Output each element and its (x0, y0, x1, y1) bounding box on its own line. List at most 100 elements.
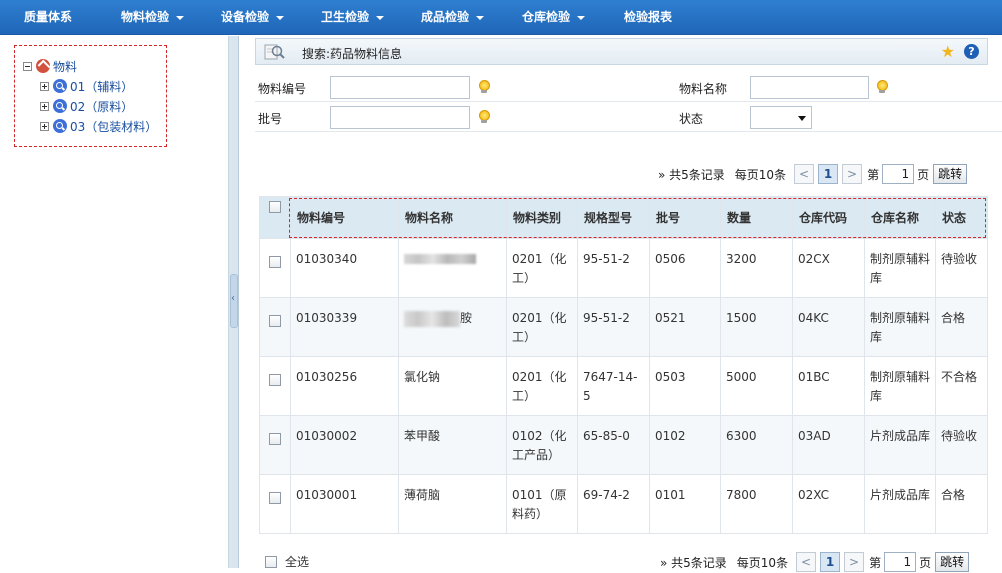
pager-next-button[interactable]: > (842, 164, 863, 184)
cell-category[interactable]: 0201（化工） (506, 238, 578, 298)
select-all-label[interactable]: 全选 (285, 553, 309, 570)
cell-status: 合格 (935, 474, 988, 534)
chevron-down-icon (176, 15, 185, 20)
redacted-text (404, 310, 460, 327)
cell-category[interactable]: 0201（化工） (506, 297, 578, 357)
column-header[interactable]: 规格型号 (577, 196, 650, 239)
cell-code[interactable]: 01030002 (290, 415, 399, 475)
chevron-down-icon (798, 116, 806, 121)
cell-batch: 0506 (649, 238, 721, 298)
star-icon[interactable]: ★ (941, 44, 955, 60)
select-all-checkbox-footer[interactable] (265, 555, 277, 568)
nav-material-inspection[interactable]: 物料检验 (121, 0, 185, 35)
cell-spec: 65-85-0 (577, 415, 650, 475)
panel-splitter[interactable]: ‹ (229, 36, 239, 568)
hint-bulb-icon[interactable] (479, 80, 490, 94)
table-row[interactable]: 01030256 氯化钠 0201（化工） 7647-14-5 0503 500… (259, 356, 988, 416)
table-row[interactable]: 01030001 薄荷脑 0101（原料药） 69-74-2 0101 7800… (259, 474, 988, 534)
cell-spec: 95-51-2 (577, 238, 650, 298)
column-header[interactable]: 仓库代码 (792, 196, 865, 239)
tree-node-label[interactable]: 02（原料） (70, 98, 133, 115)
expand-icon[interactable] (40, 121, 49, 131)
row-checkbox[interactable] (269, 256, 281, 268)
table-row[interactable]: 01030340 0201（化工） 95-51-2 0506 3200 02CX… (259, 238, 988, 298)
pager-page-suffix: 页 (917, 167, 930, 182)
pager-prev-button[interactable]: < (796, 552, 817, 572)
cell-wh-code: 03AD (792, 415, 865, 475)
column-header[interactable]: 批号 (649, 196, 721, 239)
status-select[interactable] (750, 106, 812, 129)
cell-batch: 0503 (649, 356, 721, 416)
cell-name: 氯化钠 (398, 356, 507, 416)
row-checkbox[interactable] (269, 374, 281, 386)
pager-go-button[interactable]: 跳转 (935, 552, 970, 572)
collapse-icon[interactable] (23, 61, 32, 71)
nav-quality-system[interactable]: 质量体系 (24, 0, 72, 35)
cell-qty: 5000 (720, 356, 793, 416)
expand-icon[interactable] (40, 81, 49, 91)
tree-node-01[interactable]: 01（辅料） (40, 78, 133, 94)
cell-spec: 7647-14-5 (577, 356, 650, 416)
tree-node-label[interactable]: 01（辅料） (70, 78, 133, 95)
material-code-input[interactable] (330, 76, 470, 99)
row-checkbox[interactable] (269, 433, 281, 445)
row-checkbox[interactable] (269, 492, 281, 504)
column-header[interactable]: 物料编号 (290, 196, 399, 239)
select-all-checkbox[interactable] (269, 201, 281, 213)
tree-node-label[interactable]: 03（包装材料） (70, 118, 157, 135)
cell-status: 待验收 (935, 415, 988, 475)
tree-node-03[interactable]: 03（包装材料） (40, 118, 157, 134)
tree-node-02[interactable]: 02（原料） (40, 98, 133, 114)
cell-name: 薄荷脑 (398, 474, 507, 534)
cell-qty: 7800 (720, 474, 793, 534)
pager-page-prefix: 第 (867, 167, 880, 182)
left-tree-panel: 物料 01（辅料） 02（原料） 03（包装材料） (0, 36, 229, 568)
pager-go-button[interactable]: 跳转 (933, 164, 968, 184)
table-row[interactable]: 01030002 苯甲酸 0102（化工产品） 65-85-0 0102 630… (259, 415, 988, 475)
pager-total: » 共5条记录 (658, 167, 725, 182)
cell-code[interactable]: 01030339 (290, 297, 399, 357)
cell-code[interactable]: 01030256 (290, 356, 399, 416)
pager-current-page[interactable]: 1 (820, 552, 841, 572)
cell-batch: 0102 (649, 415, 721, 475)
pager-page-input[interactable]: 1 (884, 552, 917, 572)
search-title: 搜索:药品物料信息 (302, 47, 403, 61)
row-checkbox[interactable] (269, 315, 281, 327)
hint-bulb-icon[interactable] (877, 80, 888, 94)
pager-page-input[interactable]: 1 (882, 164, 915, 184)
nav-hygiene-inspection[interactable]: 卫生检验 (321, 0, 385, 35)
column-header[interactable]: 物料类别 (506, 196, 578, 239)
help-icon[interactable]: ? (964, 44, 979, 59)
expand-icon[interactable] (40, 101, 49, 111)
pager-next-button[interactable]: > (844, 552, 865, 572)
cell-wh-code: 02XC (792, 474, 865, 534)
chevron-down-icon (376, 15, 385, 20)
cell-category[interactable]: 0101（原料药） (506, 474, 578, 534)
column-header[interactable]: 物料名称 (398, 196, 507, 239)
cell-code[interactable]: 01030340 (290, 238, 399, 298)
hint-bulb-icon[interactable] (479, 110, 490, 124)
pager-prev-button[interactable]: < (794, 164, 815, 184)
column-header[interactable]: 数量 (720, 196, 793, 239)
select-all-footer[interactable]: 全选 (265, 553, 309, 570)
batch-input[interactable] (330, 106, 470, 129)
nav-warehouse-inspection[interactable]: 仓库检验 (522, 0, 586, 35)
cell-category[interactable]: 0102（化工产品） (506, 415, 578, 475)
cell-name: 胺 (398, 297, 507, 357)
pager-current-page[interactable]: 1 (818, 164, 839, 184)
column-header[interactable]: 状态 (935, 196, 988, 239)
tree-root[interactable]: 物料 (23, 58, 77, 74)
nav-equipment-inspection[interactable]: 设备检验 (221, 0, 285, 35)
table-row[interactable]: 01030339 胺 0201（化工） 95-51-2 0521 1500 04… (259, 297, 988, 357)
nav-product-inspection[interactable]: 成品检验 (421, 0, 485, 35)
cell-code[interactable]: 01030001 (290, 474, 399, 534)
tree-root-label[interactable]: 物料 (53, 58, 77, 75)
cell-category[interactable]: 0201（化工） (506, 356, 578, 416)
column-header[interactable]: 仓库名称 (864, 196, 936, 239)
cell-wh-name: 制剂原辅料库 (864, 356, 936, 416)
collapse-handle[interactable]: ‹ (230, 274, 238, 328)
cell-wh-name: 片剂成品库 (864, 474, 936, 534)
cell-spec: 69-74-2 (577, 474, 650, 534)
nav-inspection-report[interactable]: 检验报表 (624, 0, 672, 35)
material-name-input[interactable] (750, 76, 869, 99)
